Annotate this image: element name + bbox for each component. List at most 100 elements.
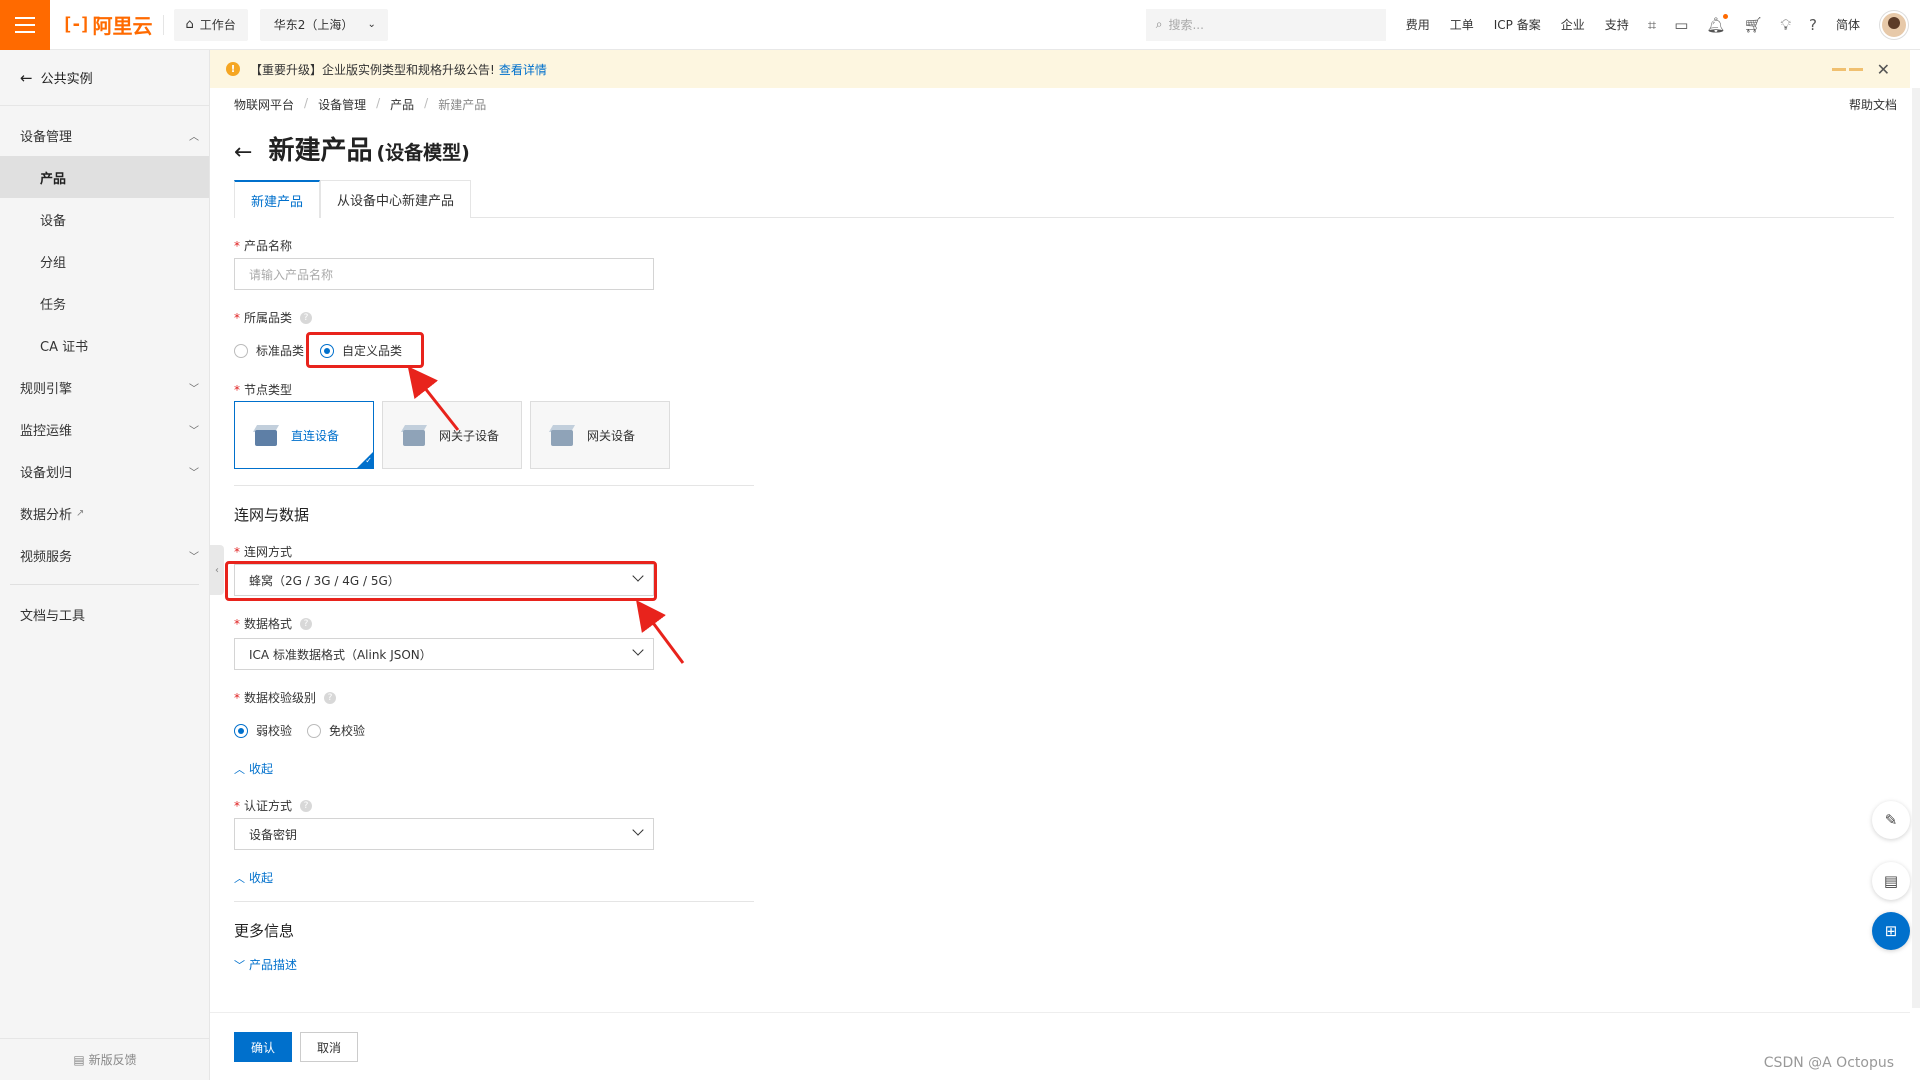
product-name-input[interactable]: 请输入产品名称 [234,258,654,290]
sidebar-item-docs-tools[interactable]: 文档与工具 [0,593,209,635]
tab-new-product[interactable]: 新建产品 [234,180,321,218]
chevron-down-icon [633,827,643,837]
back-to-instances[interactable]: ← 公共实例 [0,50,209,106]
sidebar-group-monitoring[interactable]: 监控运维 ﹀ [0,408,209,450]
collapse-link[interactable]: ︿ 收起 [234,760,273,777]
radio-weak-validation[interactable]: 弱校验 [234,722,292,739]
sidebar-group-rules[interactable]: 规则引擎 ﹀ [0,366,209,408]
data-format-label: * 数据格式? [234,615,313,632]
edit-icon[interactable]: ✎ [1872,801,1910,839]
node-type-label: * 节点类型 [234,382,293,398]
node-type-gateway-sub[interactable]: 网关子设备 [382,401,522,469]
help-icon: ? [300,799,313,812]
node-type-gateway[interactable]: 网关设备 [530,401,670,469]
sidebar-group-device-management[interactable]: 设备管理 ︿ [0,114,209,156]
group-label: 规则引擎 [20,381,73,397]
feedback-button[interactable]: ▤ 新版反馈 [0,1038,210,1080]
link-support[interactable]: 支持 [1605,16,1629,33]
breadcrumb-item[interactable]: 产品 [390,96,414,113]
avatar[interactable] [1880,10,1908,39]
link-icp[interactable]: ICP 备案 [1494,16,1541,33]
home-icon: ⌂ [185,17,194,32]
language-switch[interactable]: 简体 [1836,16,1860,33]
chevron-down-icon: ﹀ [189,551,199,563]
cancel-button[interactable]: 取消 [300,1032,358,1062]
link-tickets[interactable]: 工单 [1450,16,1474,33]
scrollbar[interactable] [1912,88,1920,1008]
sidebar-item-products[interactable]: 产品 [0,156,209,198]
sidebar-item-groups[interactable]: 分组 [0,240,209,282]
code-icon[interactable]: ⌗ [1648,16,1656,34]
breadcrumb-item[interactable]: 物联网平台 [234,96,294,113]
chat-icon[interactable]: ▤ [1872,862,1910,900]
chevron-up-icon: ︿ [234,871,245,885]
help-icon[interactable]: ? [1809,16,1817,34]
group-label: 监控运维 [20,423,73,439]
cart-icon[interactable]: 🛒︎ [1743,16,1762,34]
lightbulb-icon[interactable]: 💡︎ [1781,16,1792,34]
sidebar-item-ca-cert[interactable]: CA 证书 [0,324,209,366]
external-link-icon: ↗ [76,507,85,519]
back-arrow-icon[interactable]: ← [234,140,252,165]
watermark: CSDN @A Octopus [1763,1055,1894,1071]
sidebar-item-devices[interactable]: 设备 [0,198,209,240]
product-description-link[interactable]: ﹀ 产品描述 [234,956,297,973]
notice-details-link[interactable]: 查看详情 [499,61,547,78]
network-label: * 连网方式 [234,544,293,560]
region-label: 华东2（上海） [273,18,354,32]
sidebar-group-video[interactable]: 视频服务 ﹀ [0,534,209,576]
divider [10,584,199,585]
radio-standard-category[interactable]: 标准品类 [234,342,304,359]
arrow-left-icon: ← [20,68,33,87]
aliyun-logo[interactable]: [-] 阿里云 [62,10,153,39]
auth-method-select[interactable]: 设备密钥 [234,818,654,850]
sidebar-group-device-transfer[interactable]: 设备划归 ﹀ [0,450,209,492]
help-icon: ? [300,311,313,324]
logo-bracket-icon: [-] [62,14,90,35]
section-network-data: 连网与数据 [234,506,310,524]
validation-level-label: * 数据校验级别? [234,689,337,706]
notice-pager[interactable] [1831,68,1863,71]
breadcrumb-current: 新建产品 [438,98,487,112]
bell-icon[interactable]: 🔔︎ [1706,13,1729,34]
chevron-up-icon: ︿ [234,762,245,776]
search-input[interactable]: ⌕ 搜索... [1145,8,1386,41]
help-doc-link[interactable]: 帮助文档 [1849,96,1909,113]
confirm-button[interactable]: 确认 [234,1032,292,1062]
subtitle-text: (设备模型) [376,142,470,164]
menu-icon[interactable] [0,0,50,50]
placeholder: 请输入产品名称 [249,267,334,282]
annotation-highlight-box [306,332,424,368]
tab-bar: 新建产品 从设备中心新建产品 [234,180,1894,218]
collapse-link[interactable]: ︿ 收起 [234,869,273,886]
sidebar-group-data-analysis[interactable]: 数据分析 ↗ [0,492,209,534]
search-placeholder: 搜索... [1168,18,1204,32]
breadcrumb-item[interactable]: 设备管理 [318,96,366,113]
help-icon: ? [324,691,337,704]
notice-text: 【重要升级】企业版实例类型和规格升级公告! [250,62,495,77]
apps-icon[interactable]: ⊞ [1872,912,1910,950]
chevron-down-icon: ﹀ [189,425,199,437]
chevron-down-icon [633,647,643,657]
workbench-button[interactable]: ⌂ 工作台 [173,8,248,41]
device-icon [400,422,428,448]
data-format-select[interactable]: ICA 标准数据格式（Alink JSON） [234,638,654,670]
search-icon: ⌕ [1155,17,1163,31]
node-type-direct[interactable]: 直连设备 [234,401,374,469]
terminal-icon[interactable]: ▭ [1674,16,1688,34]
warning-icon: ! [226,62,240,76]
sidebar-collapse-handle[interactable]: ‹ [210,545,224,595]
top-navigation-bar: [-] 阿里云 ⌂ 工作台 华东2（上海） ⌄ ⌕ 搜索... 费用 工单 IC… [0,0,1920,50]
feedback-label: 新版反馈 [88,1053,137,1067]
tab-from-device-center[interactable]: 从设备中心新建产品 [320,180,472,218]
radio-no-validation[interactable]: 免校验 [307,722,365,739]
notice-banner: ! 【重要升级】企业版实例类型和规格升级公告! 查看详情 ✕ [210,50,1910,88]
group-label: 视频服务 [20,549,73,565]
link-billing[interactable]: 费用 [1406,16,1430,33]
link-enterprise[interactable]: 企业 [1561,16,1585,33]
region-selector[interactable]: 华东2（上海） ⌄ [259,8,388,41]
chevron-down-icon: ﹀ [189,467,199,479]
title-text: 新建产品 [268,136,373,166]
sidebar-item-tasks[interactable]: 任务 [0,282,209,324]
close-icon[interactable]: ✕ [1877,60,1890,79]
